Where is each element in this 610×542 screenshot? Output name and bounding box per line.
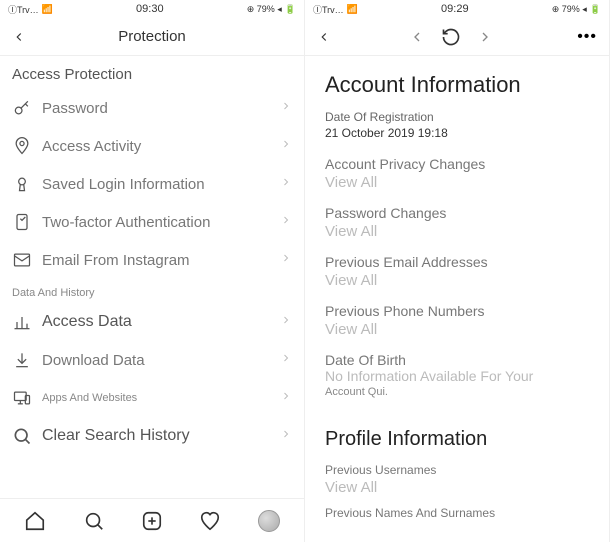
view-all-password[interactable]: View All <box>305 221 609 244</box>
right-phone: ⒾTrv… 📶 09:29 ⊕ 79% ◂ 🔋 ••• Account Info… <box>305 0 610 542</box>
battery-text: ⊕ 79% ◂ <box>247 4 282 15</box>
battery-icon: 🔋 <box>285 4 296 15</box>
item-two-factor[interactable]: Two-factor Authentication <box>0 203 304 241</box>
nav-search[interactable] <box>74 510 114 532</box>
battery-text: ⊕ 79% ◂ <box>552 4 587 15</box>
location-icon <box>12 136 36 156</box>
date-of-birth: Date Of Birth <box>305 342 609 368</box>
key-icon <box>12 98 36 118</box>
item-label: Email From Instagram <box>42 252 280 269</box>
item-label: Access Data <box>42 313 280 331</box>
bottom-nav <box>0 498 304 542</box>
search-icon <box>12 426 36 446</box>
account-info-title: Account Information <box>305 56 609 104</box>
previous-usernames: Previous Usernames <box>305 457 609 477</box>
chevron-right-icon <box>280 313 292 331</box>
nav-profile[interactable] <box>249 510 289 532</box>
view-all-emails[interactable]: View All <box>305 270 609 293</box>
password-changes: Password Changes <box>305 195 609 221</box>
nav-add[interactable] <box>132 510 172 532</box>
chevron-right-icon <box>280 175 292 193</box>
dob-noinfo1: No Information Available For Your <box>305 368 609 384</box>
chevron-right-icon <box>280 351 292 369</box>
status-time: 09:30 <box>136 3 164 15</box>
section-data-history: Data And History <box>0 279 304 303</box>
header: ••• <box>305 18 609 56</box>
item-download-data[interactable]: Download Data <box>0 341 304 379</box>
carrier: ⒾTrv… <box>8 3 39 16</box>
nav-activity[interactable] <box>190 510 230 532</box>
shield-phone-icon <box>12 212 36 232</box>
battery-icon: 🔋 <box>590 4 601 15</box>
view-all-usernames[interactable]: View All <box>305 477 609 500</box>
item-clear-search-history[interactable]: Clear Search History <box>0 417 304 455</box>
item-label: Saved Login Information <box>42 176 280 193</box>
item-label: Apps And Websites <box>42 392 280 404</box>
carrier: ⒾTrv… <box>313 3 344 16</box>
nav-refresh[interactable] <box>441 27 461 47</box>
chevron-right-icon <box>280 251 292 269</box>
item-email-from-instagram[interactable]: Email From Instagram <box>0 241 304 279</box>
item-access-data[interactable]: Access Data <box>0 303 304 341</box>
status-bar: ⒾTrv… 📶 09:29 ⊕ 79% ◂ 🔋 <box>305 0 609 18</box>
info-label: Date Of Registration <box>325 110 589 124</box>
previous-phones: Previous Phone Numbers <box>305 293 609 319</box>
item-label: Two-factor Authentication <box>42 214 280 231</box>
item-apps-websites[interactable]: Apps And Websites <box>0 379 304 417</box>
previous-emails: Previous Email Addresses <box>305 244 609 270</box>
item-saved-login[interactable]: Saved Login Information <box>0 165 304 203</box>
content: Access Protection Password Access Activi… <box>0 56 304 498</box>
nav-home[interactable] <box>15 510 55 532</box>
dob-noinfo2: Account Qui. <box>305 384 609 406</box>
item-label: Password <box>42 100 280 117</box>
status-bar: ⒾTrv… 📶 09:30 ⊕ 79% ◂ 🔋 <box>0 0 304 18</box>
view-all-phones[interactable]: View All <box>305 319 609 342</box>
chevron-right-icon <box>280 427 292 445</box>
chevron-right-icon <box>280 99 292 117</box>
close-button[interactable] <box>317 30 337 44</box>
more-button[interactable]: ••• <box>577 28 597 46</box>
header: Protection <box>0 18 304 56</box>
previous-names-surnames: Previous Names And Surnames <box>305 500 609 520</box>
content[interactable]: Account Information Date Of Registration… <box>305 56 609 542</box>
chart-icon <box>12 312 36 332</box>
page-title: Protection <box>12 28 292 45</box>
account-privacy-changes: Account Privacy Changes <box>305 146 609 172</box>
avatar-icon <box>258 510 280 532</box>
view-all-privacy[interactable]: View All <box>305 172 609 195</box>
wifi-icon: 📶 <box>347 4 358 15</box>
profile-info-title: Profile Information <box>305 406 609 457</box>
nav-forward[interactable] <box>477 29 493 45</box>
chevron-right-icon <box>280 137 292 155</box>
wifi-icon: 📶 <box>42 4 53 15</box>
chevron-right-icon <box>280 213 292 231</box>
email-icon <box>12 250 36 270</box>
download-icon <box>12 350 36 370</box>
chevron-right-icon <box>280 389 292 407</box>
status-time: 09:29 <box>441 3 469 15</box>
item-label: Download Data <box>42 352 280 369</box>
info-value: 21 October 2019 19:18 <box>325 126 589 140</box>
devices-icon <box>12 388 36 408</box>
section-access-protection: Access Protection <box>0 56 304 89</box>
item-label: Clear Search History <box>42 427 280 445</box>
left-phone: ⒾTrv… 📶 09:30 ⊕ 79% ◂ 🔋 Protection Acces… <box>0 0 305 542</box>
nav-back[interactable] <box>409 29 425 45</box>
keyhole-icon <box>12 174 36 194</box>
item-access-activity[interactable]: Access Activity <box>0 127 304 165</box>
item-label: Access Activity <box>42 138 280 155</box>
date-of-registration: Date Of Registration 21 October 2019 19:… <box>305 104 609 146</box>
item-password[interactable]: Password <box>0 89 304 127</box>
